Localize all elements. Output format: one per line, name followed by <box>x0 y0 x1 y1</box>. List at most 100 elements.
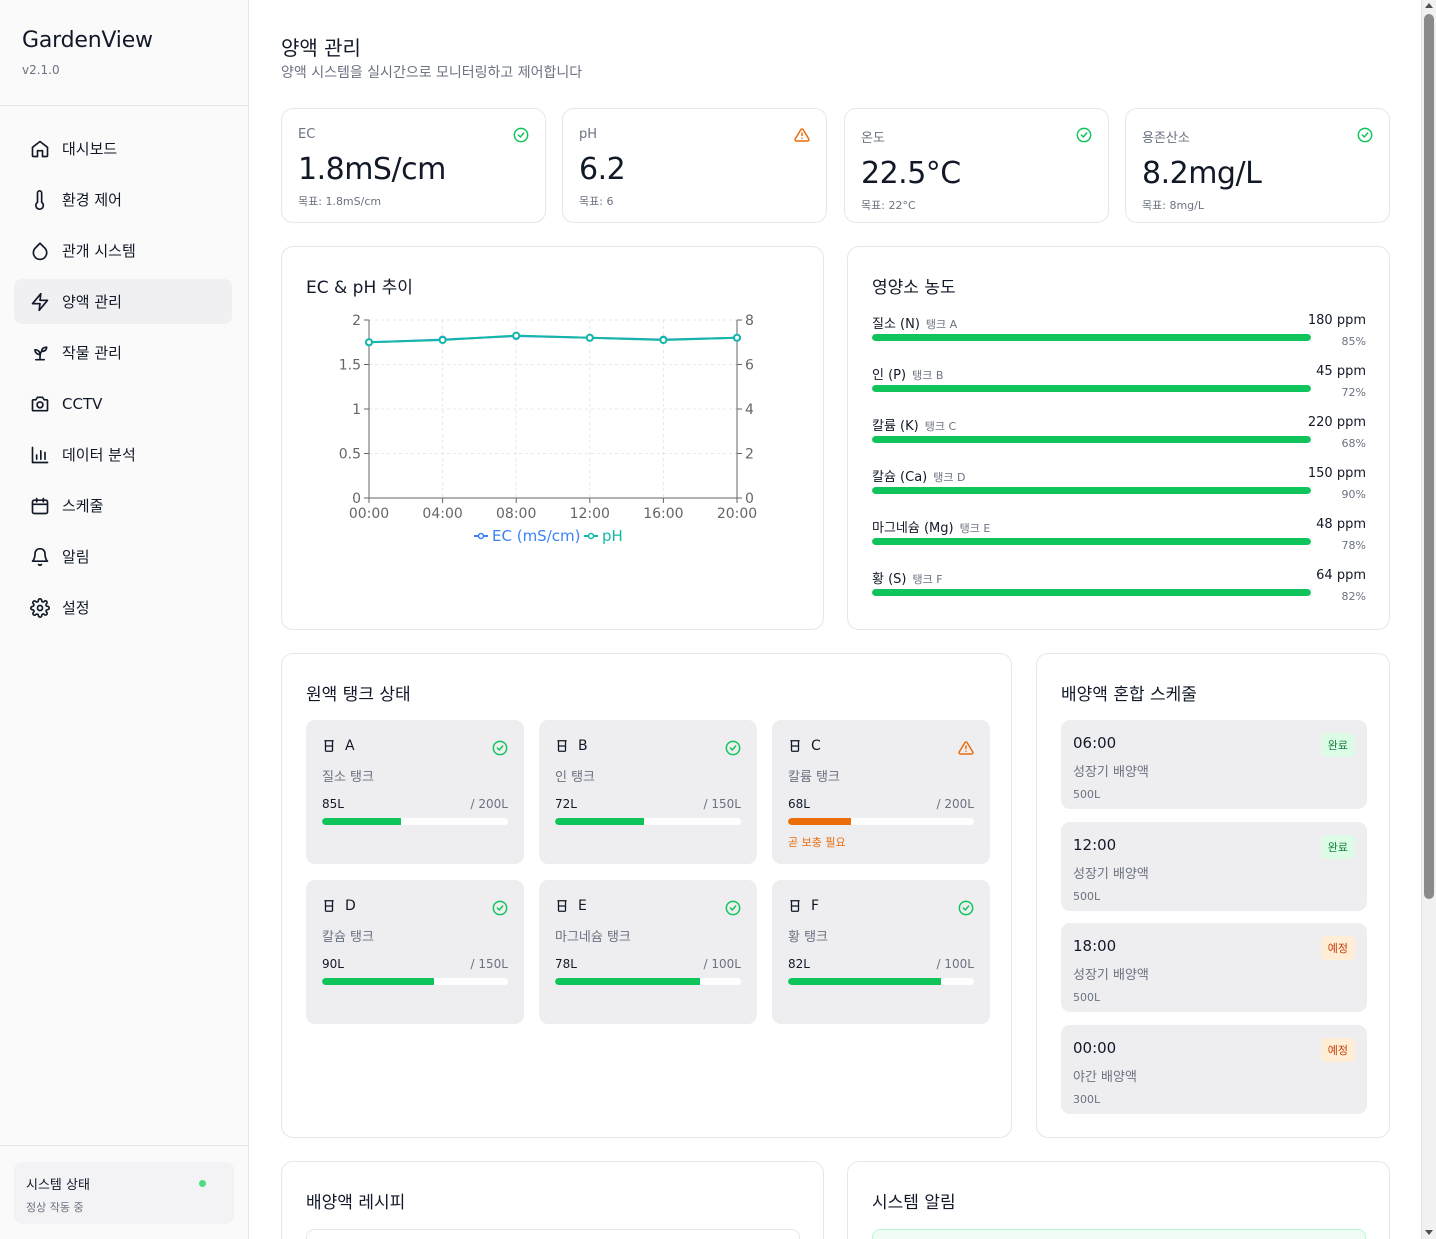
schedule-item[interactable]: 00:00 야간 배양액 300L 예정 <box>1061 1024 1367 1114</box>
card-title: 원액 탱크 상태 <box>306 685 411 705</box>
x-tick-label: 00:00 <box>349 506 389 522</box>
tank-warning-text: 곧 보충 필요 <box>788 836 846 849</box>
tank-level-bar <box>788 818 974 825</box>
x-tick-label: 16:00 <box>643 506 683 522</box>
tank-id: F <box>811 898 820 914</box>
schedule-volume: 300L <box>1073 1092 1101 1106</box>
app-title: GardenView <box>22 28 153 53</box>
alert-item[interactable] <box>872 1229 1366 1239</box>
sidebar-item-settings[interactable]: 설정 <box>14 585 232 630</box>
zap-icon <box>31 292 49 311</box>
nutrient-row: 질소 (N) 탱크 A 180 ppm 85% <box>872 313 1366 363</box>
y-tick-label-left: 2 <box>352 313 361 329</box>
check-circle-icon <box>1357 127 1373 143</box>
sidebar-item-nutrient[interactable]: 양액 관리 <box>14 279 232 324</box>
sidebar-item-label: 관개 시스템 <box>62 242 136 260</box>
tank-capacity: / 150L <box>470 957 508 971</box>
nutrient-row: 칼륨 (K) 탱크 C 220 ppm 68% <box>872 415 1366 465</box>
tank-id: B <box>578 738 588 754</box>
y-tick-label-left: 0.5 <box>339 447 361 463</box>
tank-level-fill <box>322 978 434 985</box>
nutrient-row: 황 (S) 탱크 F 64 ppm 82% <box>872 568 1366 618</box>
schedule-item[interactable]: 18:00 성장기 배양액 500L 예정 <box>1061 923 1367 1012</box>
schedule-volume: 500L <box>1073 788 1101 801</box>
nutrient-ppm: 64 ppm <box>1316 568 1366 583</box>
nutrient-name: 칼슘 (Ca) 탱크 D <box>872 466 965 485</box>
schedule-item[interactable]: 06:00 성장기 배양액 500L 완료 <box>1061 720 1367 809</box>
metric-label: pH <box>579 127 598 142</box>
scroll-up-arrow-icon[interactable] <box>1425 3 1433 8</box>
sidebar-item-label: 환경 제어 <box>62 191 122 209</box>
tank-f[interactable]: F 황 탱크 82L / 100L <box>772 880 990 1024</box>
y-tick-label-right: 0 <box>745 491 754 507</box>
x-tick-label: 08:00 <box>496 506 536 522</box>
sidebar-item-alerts[interactable]: 알림 <box>14 534 232 579</box>
nutrient-concentration-card: 영양소 농도 질소 (N) 탱크 A 180 ppm 85% 인 (P) 탱크 B … <box>847 246 1390 630</box>
sidebar-item-cctv[interactable]: CCTV <box>14 381 232 426</box>
sidebar-item-crops[interactable]: 작물 관리 <box>14 330 232 375</box>
y-tick-label-left: 1 <box>352 402 361 418</box>
nutrient-tank: 탱크 D <box>933 471 966 484</box>
nutrient-label: 질소 (N) <box>872 317 920 332</box>
sidebar-item-analytics[interactable]: 데이터 분석 <box>14 432 232 477</box>
tank-level-fill <box>322 818 402 825</box>
nutrient-name: 마그네슘 (Mg) 탱크 E <box>872 517 990 536</box>
data-point-ph <box>733 333 741 342</box>
nutrient-row: 칼슘 (Ca) 탱크 D 150 ppm 90% <box>872 466 1366 516</box>
gear-icon <box>30 597 50 618</box>
schedule-item[interactable]: 12:00 성장기 배양액 500L 완료 <box>1061 821 1367 911</box>
system-status: 시스템 상태 정상 작동 중 <box>0 1145 248 1239</box>
scroll-thumb[interactable] <box>1424 14 1434 899</box>
nutrient-percent: 68% <box>1341 437 1366 450</box>
schedule-time: 18:00 <box>1073 937 1117 955</box>
tank-b[interactable]: B 인 탱크 72L / 150L <box>539 720 757 864</box>
tank-c[interactable]: C 칼륨 탱크 68L / 200L 곧 보충 필요 <box>772 720 990 864</box>
metric-label: 온도 <box>861 131 885 146</box>
tank-a[interactable]: A 질소 탱크 85L / 200L <box>306 720 524 864</box>
warning-triangle-icon <box>794 128 810 142</box>
y-tick-label-right: 6 <box>745 358 754 374</box>
sidebar-item-label: 알림 <box>62 548 90 566</box>
schedule-name: 성장기 배양액 <box>1073 968 1149 983</box>
stock-tank-status-card: 원액 탱크 상태 A 질소 탱크 85L / 200L B 인 탱크 72L /… <box>281 653 1012 1138</box>
y-tick-label-left: 1.5 <box>339 358 361 374</box>
sidebar-item-environment[interactable]: 환경 제어 <box>14 177 232 222</box>
series-line-ph <box>368 334 738 344</box>
recipe-card: 배양액 레시피 <box>281 1161 824 1239</box>
mixing-schedule-card: 배양액 혼합 스케줄 06:00 성장기 배양액 500L 완료 12:00 성… <box>1036 653 1390 1138</box>
nutrient-row: 마그네슘 (Mg) 탱크 E 48 ppm 78% <box>872 517 1366 567</box>
sidebar-item-irrigation[interactable]: 관개 시스템 <box>14 228 232 273</box>
sidebar-item-label: 대시보드 <box>62 140 118 158</box>
sidebar-item-dashboard[interactable]: 대시보드 <box>14 126 232 171</box>
tank-e[interactable]: E 마그네슘 탱크 78L / 100L <box>539 880 757 1024</box>
tank-header: D <box>322 898 508 914</box>
sidebar-nav: 대시보드 환경 제어 관개 시스템 양액 관리 작물 관리 CCTV 데이터 분… <box>0 106 248 630</box>
bar-chart-icon <box>31 446 49 463</box>
beaker-icon <box>557 900 567 912</box>
metric-value: 1.8mS/cm <box>298 152 446 187</box>
tank-level-bar <box>788 978 974 985</box>
warning-triangle-icon <box>958 741 974 755</box>
status-dot <box>199 1180 206 1187</box>
nutrient-percent: 82% <box>1341 590 1366 603</box>
page-title: 양액 관리 <box>281 36 361 60</box>
nutrient-progress-fill <box>872 385 1311 392</box>
nutrient-name: 황 (S) 탱크 F <box>872 568 943 587</box>
recipe-item[interactable] <box>306 1229 800 1239</box>
scroll-down-arrow-icon[interactable] <box>1425 1230 1433 1235</box>
page-scrollbar[interactable] <box>1421 0 1436 1239</box>
metric-target: 목표: 1.8mS/cm <box>298 195 382 208</box>
app-version: v2.1.0 <box>22 63 60 77</box>
tank-d[interactable]: D 칼슘 탱크 90L / 150L <box>306 880 524 1024</box>
nutrient-progress-bar <box>872 385 1311 392</box>
tank-name: 인 탱크 <box>555 770 596 785</box>
check-circle-icon <box>492 900 508 916</box>
tank-level-fill <box>788 978 941 985</box>
nutrient-progress-bar <box>872 589 1311 596</box>
metric-card-ph: pH 6.2 목표: 6 <box>562 108 827 223</box>
tank-name: 칼륨 탱크 <box>788 770 840 785</box>
check-circle-icon <box>725 900 741 916</box>
tank-name: 황 탱크 <box>788 930 829 945</box>
metric-card-dissolved-oxygen: 용존산소 8.2mg/L 목표: 8mg/L <box>1125 108 1390 223</box>
sidebar-item-schedule[interactable]: 스케줄 <box>14 483 232 528</box>
